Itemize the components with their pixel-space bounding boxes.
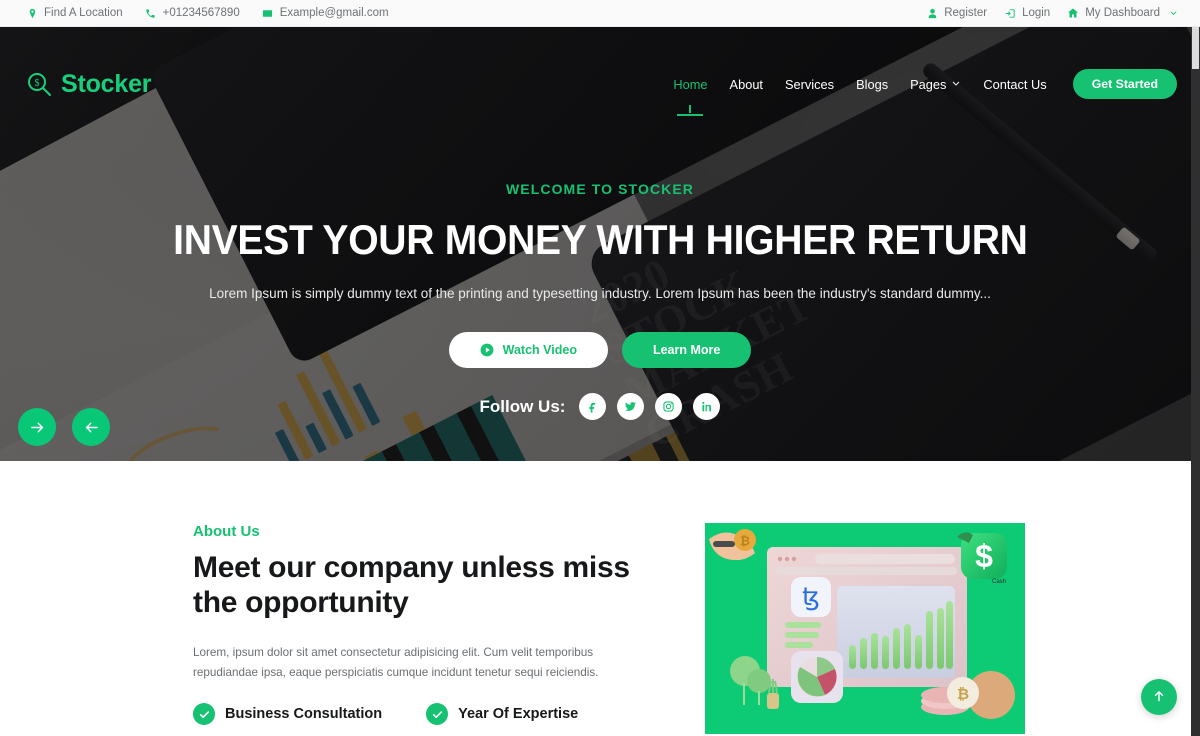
nav-item-blogs-label: Blogs	[856, 76, 889, 92]
svg-text:₿: ₿	[740, 534, 750, 548]
topbar-account-group: Register Login My Dashboard	[926, 7, 1178, 19]
topbar-find-location-label: Find A Location	[44, 7, 123, 19]
check-circle-icon	[426, 703, 449, 726]
follow-us-group: Follow Us:	[480, 393, 721, 420]
topbar-email[interactable]: Example@gmail.com	[262, 7, 389, 19]
about-heading: Meet our company unless miss the opportu…	[193, 551, 630, 620]
nav-item-blogs[interactable]: Blogs	[856, 77, 888, 92]
hero-title: INVEST YOUR MONEY WITH HIGHER RETURN	[172, 216, 1028, 263]
illustration-pie-tile	[791, 651, 843, 703]
main-navigation: Home About Services Blogs Pages Contact …	[673, 69, 1177, 99]
nav-item-pages-label: Pages	[910, 76, 947, 92]
phone-icon	[145, 7, 157, 19]
hero-subtitle: Lorem Ipsum is simply dummy text of the …	[209, 286, 991, 301]
nav-item-home-label: Home	[673, 76, 708, 92]
about-feature-label: Year Of Expertise	[458, 706, 579, 723]
topbar-contact-group: Find A Location +01234567890 Example@gma…	[26, 7, 389, 19]
hero-eyebrow: WELCOME TO STOCKER	[505, 181, 695, 197]
magnifier-dollar-icon: $	[26, 71, 52, 97]
my-dashboard-menu[interactable]: My Dashboard	[1067, 7, 1178, 19]
home-icon	[1067, 7, 1079, 19]
about-text-column: About Us Meet our company unless miss th…	[193, 523, 663, 734]
nav-item-about[interactable]: About	[730, 77, 763, 92]
watch-video-label: Watch Video	[502, 343, 577, 357]
user-icon	[926, 7, 938, 19]
about-feature-label: Business Consultation	[225, 706, 383, 723]
learn-more-button[interactable]: Learn More	[621, 332, 752, 368]
scrollbar-thumb[interactable]	[1192, 27, 1199, 69]
carousel-next-button[interactable]	[18, 408, 56, 446]
hero-cta-group: Watch Video Learn More	[448, 332, 752, 368]
check-circle-icon	[193, 703, 215, 726]
illustration-hand-coin: ₿	[709, 529, 756, 561]
login-label: Login	[1022, 7, 1051, 19]
nav-item-services-label: Services	[785, 76, 835, 92]
get-started-button[interactable]: Get Started	[1072, 69, 1177, 99]
linkedin-icon[interactable]	[693, 393, 721, 420]
login-link[interactable]: Login	[1004, 7, 1050, 19]
chevron-down-icon	[1169, 9, 1178, 18]
map-pin-icon	[26, 7, 38, 19]
topbar-email-label: Example@gmail.com	[279, 7, 389, 19]
envelope-icon	[262, 7, 274, 19]
svg-text:$: $	[975, 538, 993, 574]
topbar-phone-label: +01234567890	[162, 7, 240, 19]
about-image-column: ꜩ $ Cash ₿ ₿	[705, 523, 1025, 734]
about-feature-item: Year Of Expertise	[426, 703, 579, 726]
nav-item-contact-label: Contact Us	[983, 76, 1047, 92]
nav-item-pages[interactable]: Pages	[910, 77, 961, 92]
hero-carousel-controls	[18, 408, 110, 446]
register-label: Register	[944, 7, 988, 19]
illustration-chart-panel	[837, 586, 955, 678]
login-arrow-icon	[1004, 7, 1016, 19]
twitter-icon[interactable]	[617, 393, 645, 420]
illustration-tezos-tile: ꜩ	[791, 577, 831, 617]
my-dashboard-label: My Dashboard	[1085, 7, 1160, 19]
topbar-phone[interactable]: +01234567890	[145, 7, 240, 19]
about-paragraph: Lorem, ipsum dolor sit amet consectetur …	[193, 645, 599, 679]
about-section-label: About Us	[193, 523, 260, 540]
hero-banner: 2020 STOCK MARKET CRASH $ Stocker Home	[0, 27, 1200, 461]
svg-text:ꜩ: ꜩ	[802, 584, 820, 611]
nav-item-contact-us[interactable]: Contact Us	[983, 77, 1046, 92]
about-feature-list: Business Consultation Year Of Expertise	[193, 703, 663, 726]
scroll-to-top-button[interactable]	[1141, 679, 1177, 715]
nav-item-home[interactable]: Home	[673, 77, 707, 92]
illustration-svg: ꜩ $ Cash ₿ ₿	[709, 529, 1015, 719]
about-feature-item: Business Consultation	[193, 703, 383, 726]
register-link[interactable]: Register	[926, 7, 987, 19]
logo-text: Stocker	[61, 69, 152, 98]
nav-item-services[interactable]: Services	[785, 77, 834, 92]
watch-video-button[interactable]: Watch Video	[448, 332, 608, 368]
instagram-icon[interactable]	[655, 393, 683, 420]
about-section: About Us Meet our company unless miss th…	[0, 461, 1200, 734]
site-header: $ Stocker Home About Services Blogs Page…	[0, 54, 1200, 114]
nav-item-about-label: About	[729, 76, 763, 92]
site-logo[interactable]: $ Stocker	[26, 69, 152, 99]
finance-illustration: ꜩ $ Cash ₿ ₿	[705, 523, 1025, 734]
top-utility-bar: Find A Location +01234567890 Example@gma…	[0, 0, 1200, 27]
svg-text:$: $	[35, 78, 40, 89]
facebook-icon[interactable]	[579, 393, 607, 420]
arrow-up-icon	[1152, 689, 1166, 706]
cash-label: Cash	[992, 579, 1006, 585]
page-scrollbar[interactable]	[1191, 27, 1200, 736]
svg-text:₿: ₿	[957, 686, 969, 703]
follow-us-label: Follow Us:	[479, 396, 566, 416]
play-circle-icon	[480, 343, 494, 357]
chevron-down-icon	[951, 79, 961, 89]
topbar-find-location[interactable]: Find A Location	[26, 7, 123, 19]
carousel-prev-button[interactable]	[72, 408, 110, 446]
